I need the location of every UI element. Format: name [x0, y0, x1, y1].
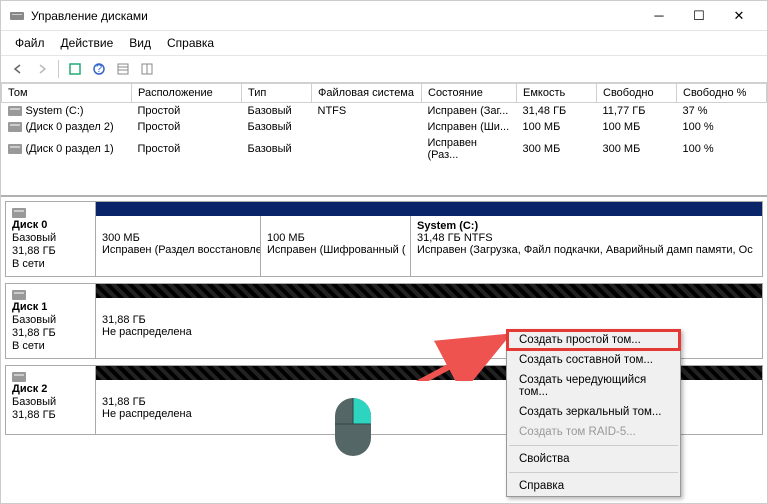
drive-icon: [8, 106, 22, 116]
part-size: 100 МБ: [267, 232, 404, 244]
svg-text:?: ?: [96, 63, 102, 75]
disk1-name: Диск 1: [12, 301, 89, 313]
ctx-properties[interactable]: Свойства: [507, 449, 680, 469]
disk0-row: Диск 0 Базовый 31,88 ГБ В сети 300 МБ Ис…: [5, 201, 763, 277]
ctx-create-striped[interactable]: Создать чередующийся том...: [507, 370, 680, 402]
help-toolbar-button[interactable]: ?: [88, 59, 110, 79]
menu-view[interactable]: Вид: [121, 33, 159, 53]
disk0-part2[interactable]: System (C:) 31,48 ГБ NTFS Исправен (Загр…: [411, 216, 762, 276]
col-layout[interactable]: Расположение: [132, 84, 242, 103]
menu-file[interactable]: Файл: [7, 33, 53, 53]
col-volume[interactable]: Том: [2, 84, 132, 103]
col-fs[interactable]: Файловая система: [312, 84, 422, 103]
col-free[interactable]: Свободно: [597, 84, 677, 103]
disk0-part1[interactable]: 100 МБ Исправен (Шифрованный (: [261, 216, 411, 276]
part-size: 31,88 ГБ: [102, 314, 756, 326]
part-status: Исправен (Загрузка, Файл подкачки, Авари…: [417, 244, 756, 256]
table-row[interactable]: (Диск 0 раздел 1)ПростойБазовыйИсправен …: [2, 135, 767, 163]
toolbar-sep: [58, 60, 59, 78]
drive-icon: [12, 290, 26, 300]
maximize-button[interactable]: ☐: [679, 4, 719, 28]
disk0-part0[interactable]: 300 МБ Исправен (Раздел восстановления: [96, 216, 261, 276]
disk1-size: 31,88 ГБ: [12, 327, 89, 339]
forward-button[interactable]: [31, 59, 53, 79]
col-type[interactable]: Тип: [242, 84, 312, 103]
col-freepct[interactable]: Свободно %: [677, 84, 767, 103]
back-button[interactable]: [7, 59, 29, 79]
part-status: Исправен (Раздел восстановления: [102, 244, 254, 256]
disk0-label[interactable]: Диск 0 Базовый 31,88 ГБ В сети: [6, 202, 96, 276]
disk2-size: 31,88 ГБ: [12, 409, 89, 421]
close-button[interactable]: ✕: [719, 4, 759, 28]
disk1-type: Базовый: [12, 314, 89, 326]
drive-icon: [12, 372, 26, 382]
disk2-name: Диск 2: [12, 383, 89, 395]
table-row[interactable]: System (C:)ПростойБазовыйNTFSИсправен (З…: [2, 103, 767, 120]
ctx-create-spanned[interactable]: Создать составной том...: [507, 350, 680, 370]
disk0-size: 31,88 ГБ: [12, 245, 89, 257]
disk2-label[interactable]: Диск 2 Базовый 31,88 ГБ: [6, 366, 96, 434]
ctx-create-simple[interactable]: Создать простой том...: [507, 330, 680, 350]
detail-view-button[interactable]: [136, 59, 158, 79]
disk1-label[interactable]: Диск 1 Базовый 31,88 ГБ В сети: [6, 284, 96, 358]
window-title: Управление дисками: [31, 9, 639, 23]
toolbar: ?: [1, 56, 767, 83]
col-capacity[interactable]: Емкость: [517, 84, 597, 103]
disk1-stripe: [96, 284, 762, 298]
ctx-create-raid5: Создать том RAID-5...: [507, 422, 680, 442]
list-view-button[interactable]: [112, 59, 134, 79]
ctx-sep: [509, 472, 678, 473]
volume-header: Том Расположение Тип Файловая система Со…: [2, 84, 767, 103]
menubar: Файл Действие Вид Справка: [1, 31, 767, 56]
part-desc: 31,48 ГБ NTFS: [417, 232, 756, 244]
refresh-button[interactable]: [64, 59, 86, 79]
window-controls: ─ ☐ ✕: [639, 4, 759, 28]
ctx-help[interactable]: Справка: [507, 476, 680, 496]
disk2-type: Базовый: [12, 396, 89, 408]
drive-icon: [12, 208, 26, 218]
disk0-status: В сети: [12, 258, 89, 270]
ctx-sep: [509, 445, 678, 446]
part-size: 300 МБ: [102, 232, 254, 244]
menu-help[interactable]: Справка: [159, 33, 222, 53]
volume-list: Том Расположение Тип Файловая система Со…: [1, 83, 767, 197]
disk1-status: В сети: [12, 340, 89, 352]
col-status[interactable]: Состояние: [422, 84, 517, 103]
drive-icon: [8, 144, 22, 154]
part-name: System (C:): [417, 220, 756, 232]
titlebar: Управление дисками ─ ☐ ✕: [1, 1, 767, 31]
disk0-name: Диск 0: [12, 219, 89, 231]
table-row[interactable]: (Диск 0 раздел 2)ПростойБазовыйИсправен …: [2, 119, 767, 135]
mouse-icon: [331, 396, 375, 458]
menu-action[interactable]: Действие: [53, 33, 122, 53]
ctx-create-mirrored[interactable]: Создать зеркальный том...: [507, 402, 680, 422]
minimize-button[interactable]: ─: [639, 4, 679, 28]
app-icon: [9, 8, 25, 24]
part-status: Исправен (Шифрованный (: [267, 244, 404, 256]
drive-icon: [8, 122, 22, 132]
disk0-type: Базовый: [12, 232, 89, 244]
context-menu: Создать простой том... Создать составной…: [506, 329, 681, 497]
disk0-stripe: [96, 202, 762, 216]
